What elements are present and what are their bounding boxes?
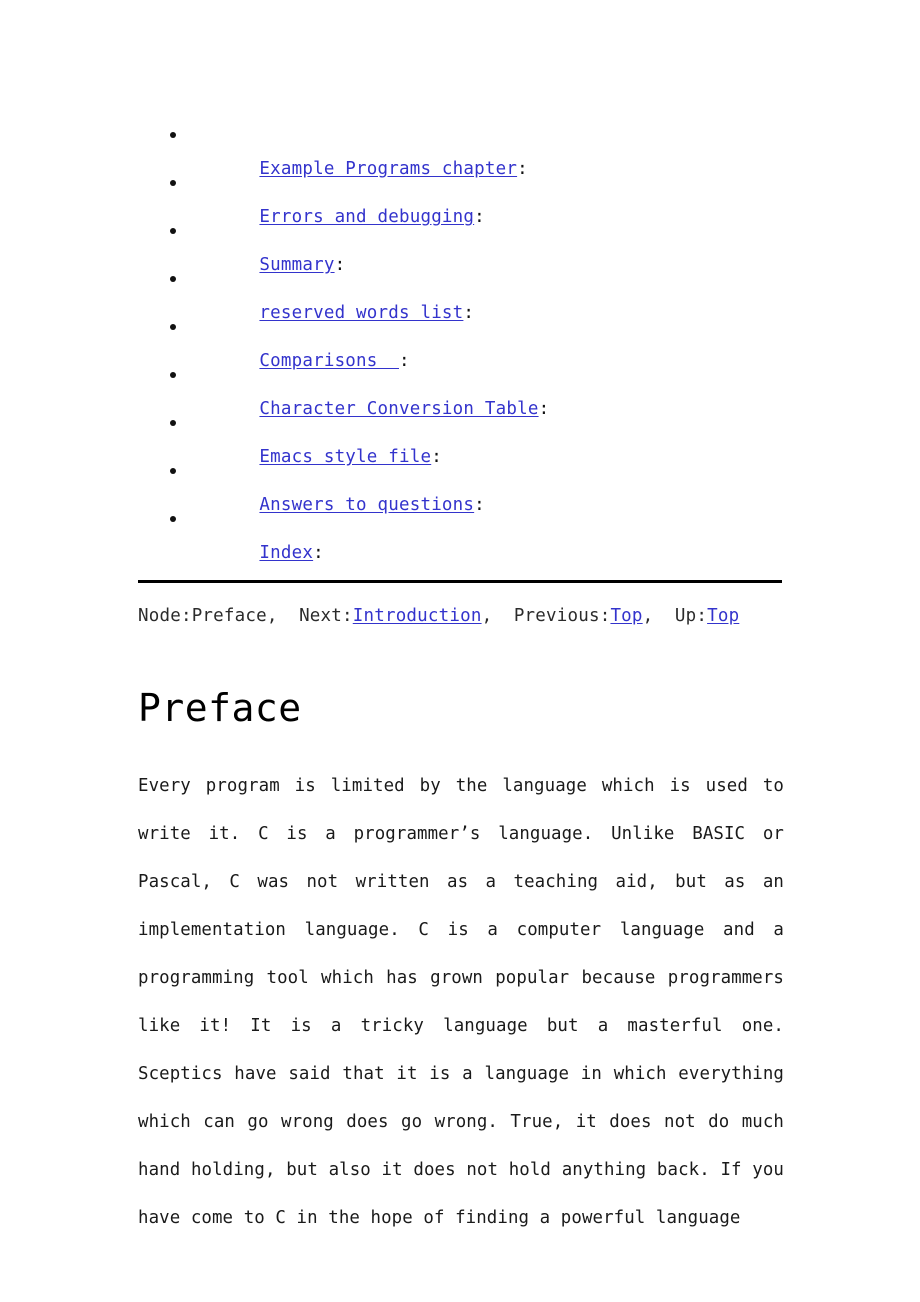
list-item[interactable]: Example Programs chapter: — [138, 118, 782, 179]
nav-previous-label: Previous: — [513, 606, 611, 626]
bullet-icon — [170, 516, 176, 522]
nav-next-label: Next: — [299, 606, 353, 626]
menu-item-colon: : — [313, 543, 324, 563]
nav-node-value: Preface — [191, 606, 267, 626]
node-navigation-bar: Node:Preface, Next:Introduction, Previou… — [138, 602, 838, 630]
nav-separator: , — [642, 606, 675, 626]
document-page: Example Programs chapter: Errors and deb… — [0, 0, 920, 1302]
page-title: Preface — [138, 686, 302, 730]
bullet-icon — [170, 372, 176, 378]
list-item[interactable]: reserved words list: — [138, 262, 782, 323]
list-item[interactable]: Character Conversion Table: — [138, 358, 782, 419]
nav-link-next-introduction[interactable]: Introduction — [353, 606, 482, 626]
bullet-icon — [170, 132, 176, 138]
nav-separator: , — [481, 606, 514, 626]
nav-link-previous-top[interactable]: Top — [610, 606, 642, 626]
menu-link-list: Example Programs chapter: Errors and deb… — [138, 118, 782, 563]
nav-separator: , — [266, 606, 300, 626]
list-item[interactable]: Summary: — [138, 214, 782, 275]
nav-up-label: Up: — [674, 606, 708, 626]
bullet-icon — [170, 276, 176, 282]
bullet-icon — [170, 228, 176, 234]
horizontal-rule — [138, 580, 782, 583]
nav-link-up-top[interactable]: Top — [707, 606, 739, 626]
list-item[interactable]: Errors and debugging: — [138, 166, 782, 227]
list-item[interactable]: Comparisons : — [138, 310, 782, 371]
bullet-icon — [170, 324, 176, 330]
bullet-icon — [170, 180, 176, 186]
list-item[interactable]: Answers to questions: — [138, 454, 782, 515]
list-item[interactable]: Index: — [138, 502, 782, 563]
list-item[interactable]: Emacs style file: — [138, 406, 782, 467]
bullet-icon — [170, 468, 176, 474]
preface-paragraph: Every program is limited by the language… — [138, 776, 784, 1228]
menu-link-index[interactable]: Index — [259, 543, 313, 563]
nav-node-label: Node: — [138, 606, 192, 626]
bullet-icon — [170, 420, 176, 426]
